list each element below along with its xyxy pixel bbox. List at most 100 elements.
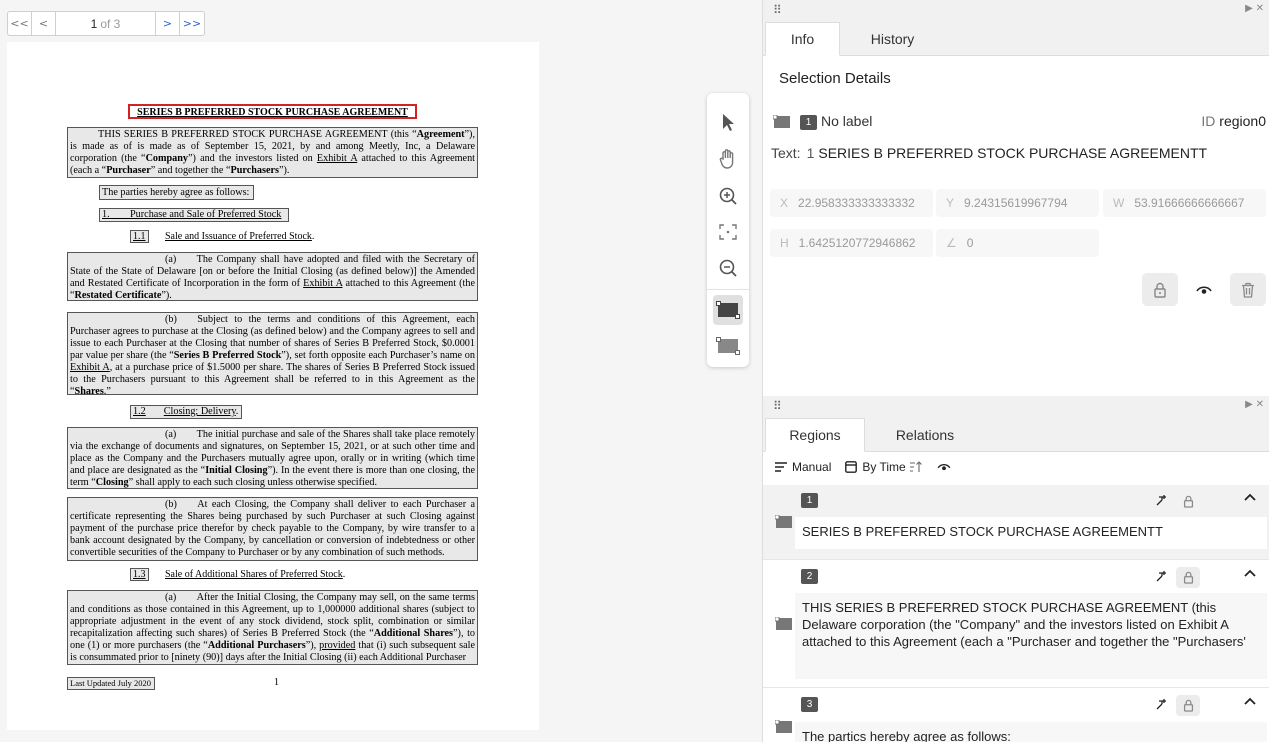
lock-icon [1183,571,1193,584]
prev-page-button[interactable]: < [32,12,56,35]
toggle-visibility-button[interactable] [937,462,951,472]
visibility-button[interactable] [1186,273,1222,306]
text-run: , at a purchase price of $1.5000 per sha… [70,362,475,397]
region-footer[interactable]: Last Updated July 2020 [67,677,155,690]
text-run: (b) At each Closing, the Company shall d… [70,499,475,558]
text-run: Agreement [416,129,465,140]
region-1-1-a[interactable]: (a) The Company shall have adopted and f… [67,252,478,301]
text-run: Additional Shares [373,628,454,639]
link-icon[interactable] [1156,570,1168,582]
region-list-item[interactable]: 2 THIS SERIES B PREFERRED STOCK PURCHASE… [763,561,1269,688]
region-shape-icon [775,515,792,528]
region-lock-button[interactable] [1176,695,1200,716]
r-value: 0 [966,236,974,250]
text-run: 1. Purchase and Sale of Preferred Stock [102,209,282,220]
text-run: Purchaser [106,165,151,176]
page-indicator[interactable]: 1 of 3 [56,12,156,35]
text-run: ”). [278,165,290,176]
region-list-item[interactable]: 1 SERIES B PREFERRED STOCK PURCHASE AGRE… [763,485,1269,560]
text-run: Sale and Issuance of Preferred Stock [165,231,312,242]
calendar-icon [845,461,858,473]
region-1-3-a[interactable]: (a) After the Initial Closing, the Compa… [67,590,478,665]
region-1-2-b[interactable]: (b) At each Closing, the Company shall d… [67,497,478,561]
chevron-up-icon[interactable] [1244,697,1256,705]
region-section-1-3[interactable]: 1.3 Sale of Additional Shares of Preferr… [130,568,345,581]
link-icon[interactable] [1156,494,1168,506]
lock-icon [1183,699,1193,712]
region-shape-icon [775,720,792,733]
document-page[interactable]: SERIES B PREFERRED STOCK PURCHASE AGREEM… [7,42,539,730]
selection-details-heading: Selection Details [779,70,891,87]
text-run: Exhibit A [70,362,110,373]
region-section-1-2[interactable]: 1.2 Closing; Delivery. [130,405,242,419]
panel-controls-icon[interactable]: ▶ ✕ [1245,399,1264,410]
tab-info[interactable]: Info [765,22,840,56]
region-title[interactable]: SERIES B PREFERRED STOCK PURCHASE AGREEM… [128,104,417,119]
rect-outline-icon [716,337,740,355]
zoom-fit-button[interactable] [713,217,743,247]
rectangle-outline-tool-button[interactable] [713,331,743,361]
region-index-badge: 1 [801,493,818,508]
text-run: provided [319,640,356,651]
lock-icon [1183,495,1193,508]
next-page-icon: > [162,17,173,30]
text-key: Text: [771,145,801,161]
r-key: ∠ [946,236,957,250]
x-field[interactable]: X 22.958333333333332 [770,189,933,217]
sort-by-time-button[interactable]: By Time [845,460,922,474]
x-key: X [780,196,789,210]
region-section-1-1[interactable]: 1.1 Sale and Issuance of Preferred Stock… [130,230,314,243]
info-panel-header[interactable]: ⠿ ▶ ✕ [763,0,1269,20]
chevron-up-icon[interactable] [1244,569,1256,577]
region-1-2-a[interactable]: (a) The initial purchase and sale of the… [67,427,478,489]
region-index-badge: 1 [800,115,817,130]
sort-manual-button[interactable]: Manual [775,460,831,474]
zoom-out-button[interactable] [713,253,743,283]
text-index: 1 [806,145,815,161]
pointer-tool-button[interactable] [713,107,743,137]
text-run: Additional Purchasers [207,640,306,651]
text-run: Sale of Additional Shares of Preferred S… [165,569,343,580]
drag-handle-icon[interactable]: ⠿ [773,3,782,17]
page-number: 1 [274,677,279,688]
link-icon[interactable] [1156,698,1168,710]
pan-tool-button[interactable] [713,144,743,174]
delete-button[interactable] [1230,273,1266,306]
tab-relations[interactable]: Relations [875,418,975,452]
region-id: ID region0 [1201,113,1266,129]
next-page-button[interactable]: > [156,12,180,35]
region-lock-button[interactable] [1176,491,1200,512]
list-icon [775,462,787,472]
region-parties[interactable]: The parties hereby agree as follows: [99,185,254,200]
regions-panel-header[interactable]: ⠿ ▶ ✕ [763,396,1269,416]
region-section-1[interactable]: 1. Purchase and Sale of Preferred Stock [99,208,289,222]
lock-button[interactable] [1142,273,1178,306]
text-run: ” shall apply to each such closing unles… [128,477,377,488]
region-lock-button[interactable] [1176,567,1200,588]
width-field[interactable]: W 53.91666666666667 [1103,189,1266,217]
regions-toolbar: Manual By Time [775,459,965,475]
id-value: region0 [1219,113,1266,129]
height-field[interactable]: H 1.6425120772946862 [770,229,933,257]
zoom-in-button[interactable] [713,181,743,211]
w-key: W [1113,196,1125,210]
first-page-button[interactable]: << [8,12,32,35]
drag-handle-icon[interactable]: ⠿ [773,399,782,413]
y-field[interactable]: Y 9.24315619967794 [936,189,1099,217]
region-shape-icon [775,617,792,630]
rotation-field[interactable]: ∠ 0 [936,229,1099,257]
first-page-icon: << [10,17,29,30]
region-list-item[interactable]: 3 The partics hereby agree as follows: [763,689,1269,742]
region-intro[interactable]: THIS SERIES B PREFERRED STOCK PURCHASE A… [67,127,478,178]
eye-icon [1196,285,1212,294]
panel-controls-icon[interactable]: ▶ ✕ [1245,3,1264,14]
chevron-up-icon[interactable] [1244,493,1256,501]
region-1-1-b[interactable]: (b) Subject to the terms and conditions … [67,312,478,397]
text-run: THIS SERIES B PREFERRED STOCK PURCHASE A… [98,129,417,140]
tab-history[interactable]: History [845,22,940,56]
last-page-button[interactable]: >> [180,12,204,35]
tab-regions[interactable]: Regions [765,418,865,452]
rectangle-tool-button[interactable] [713,295,743,325]
info-tabs: Info History [763,20,1269,56]
text-run: ”), [305,640,320,651]
